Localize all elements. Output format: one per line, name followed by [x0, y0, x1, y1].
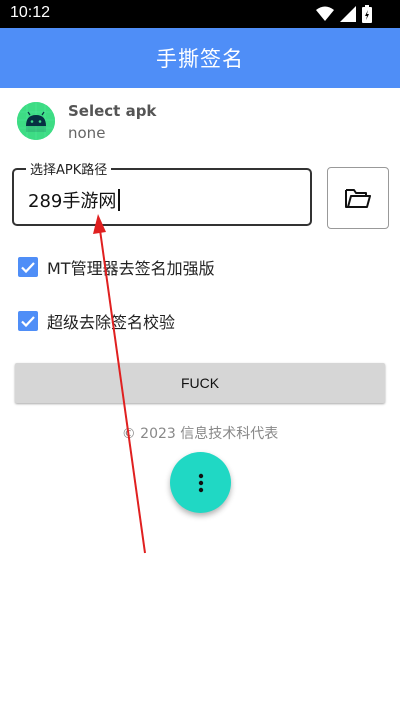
battery-icon [362, 5, 372, 23]
android-icon [17, 102, 55, 140]
status-bar: 10:12 [0, 0, 400, 28]
checkbox-checked[interactable] [18, 257, 38, 277]
check-icon [21, 262, 35, 274]
text-caret [118, 189, 121, 211]
more-fab[interactable] [170, 452, 231, 513]
apk-title: Select apk [68, 102, 157, 120]
folder-icon [345, 189, 371, 208]
app-title: 手撕签名 [156, 47, 244, 71]
option-label: MT管理器去签名加强版 [47, 259, 215, 278]
footer-copyright: © 2023 信息技术科代表 [121, 426, 279, 442]
signal-icon [340, 6, 356, 22]
status-icons [316, 5, 372, 23]
fuck-button[interactable]: FUCK [15, 363, 385, 403]
folder-picker-button[interactable] [327, 167, 389, 229]
wifi-icon [316, 6, 334, 21]
apk-select-row[interactable]: Select apk none [17, 102, 387, 150]
apk-path-value: 289手游网 [28, 191, 117, 212]
apk-path-field[interactable]: 选择APK路径 289手游网 [12, 159, 312, 226]
more-vert-icon [198, 473, 203, 492]
option-label: 超级去除签名校验 [47, 313, 176, 332]
checkbox-checked[interactable] [18, 311, 38, 331]
option-mt-signature[interactable]: MT管理器去签名加强版 [18, 255, 215, 279]
option-super-verify[interactable]: 超级去除签名校验 [18, 309, 175, 333]
app-bar: 手撕签名 [0, 28, 400, 88]
apk-path-label: 选择APK路径 [26, 159, 112, 178]
apk-path-input[interactable]: 289手游网 [28, 187, 121, 213]
apk-subtitle: none [68, 124, 106, 142]
status-time: 10:12 [10, 4, 51, 21]
check-icon [21, 316, 35, 328]
